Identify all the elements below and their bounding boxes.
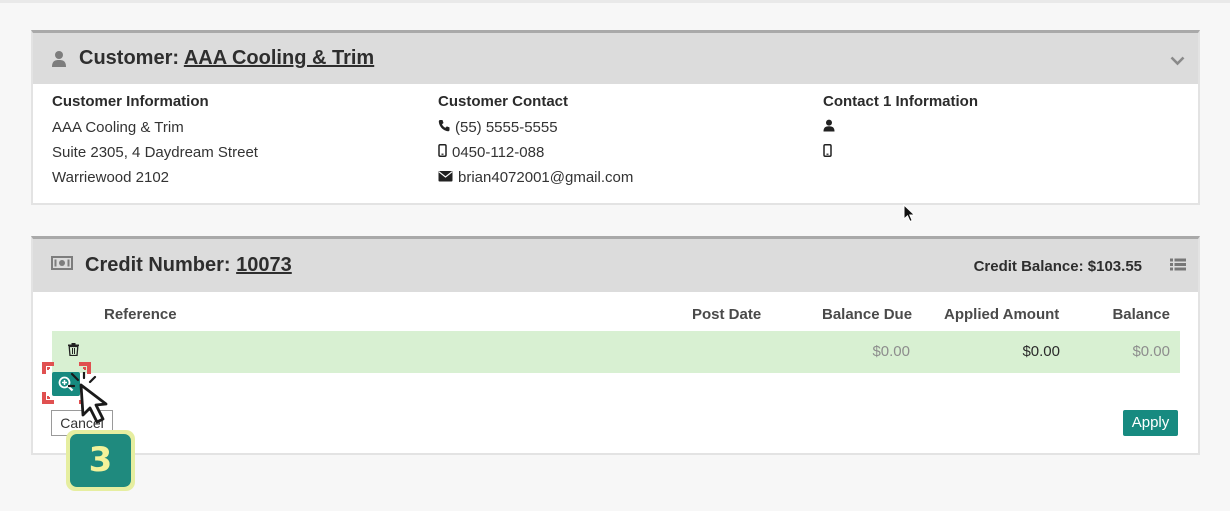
- customer-panel: Customer: AAA Cooling & Trim Customer In…: [31, 30, 1200, 205]
- person-icon: [823, 115, 840, 140]
- customer-contact-column: Customer Contact (55) 5555-5555 0450-112…: [438, 92, 633, 190]
- customer-label: Customer:: [79, 47, 180, 69]
- top-divider: [0, 0, 1230, 3]
- column-balance: Balance: [1112, 306, 1170, 323]
- table-row: $0.00 $0.00 $0.00: [52, 331, 1180, 373]
- apply-button[interactable]: Apply: [1123, 410, 1178, 436]
- mouse-pointer-icon: [903, 203, 917, 229]
- credit-label: Credit Number:: [85, 254, 231, 276]
- list-icon[interactable]: [1170, 258, 1186, 276]
- row-balance: $0.00: [1132, 343, 1170, 360]
- customer-contact-heading: Customer Contact: [438, 93, 569, 110]
- contact1-heading: Contact 1 Information: [823, 93, 979, 110]
- step-number: 3: [70, 434, 131, 487]
- person-icon: [51, 50, 67, 68]
- table-header: Reference Post Date Balance Due Applied …: [52, 306, 1180, 328]
- row-applied-amount[interactable]: $0.00: [1022, 343, 1060, 360]
- customer-panel-header[interactable]: Customer: AAA Cooling & Trim: [33, 33, 1198, 84]
- email-row: brian4072001@gmail.com: [438, 165, 633, 190]
- address-line-3: Warriewood 2102: [52, 169, 170, 186]
- phone-icon: [438, 115, 455, 140]
- column-applied-amount: Applied Amount: [944, 306, 1060, 323]
- column-reference: Reference: [104, 306, 177, 323]
- credit-panel-header: Credit Number: 10073 Credit Balance: $10…: [33, 239, 1198, 292]
- column-post-date: Post Date: [692, 306, 762, 323]
- contact1-mobile-row: [823, 140, 978, 165]
- address-line-1: AAA Cooling & Trim: [52, 119, 184, 136]
- mobile-number[interactable]: 0450-112-088: [452, 140, 544, 165]
- chevron-down-icon[interactable]: [1170, 53, 1185, 71]
- credit-balance: Credit Balance: $103.55: [973, 258, 1142, 275]
- phone-number[interactable]: (55) 5555-5555: [455, 115, 558, 140]
- credit-title: Credit Number: 10073: [85, 254, 292, 277]
- column-balance-due: Balance Due: [822, 306, 913, 323]
- money-icon: [51, 256, 73, 275]
- credit-number-link[interactable]: 10073: [236, 254, 292, 276]
- phone-row: (55) 5555-5555: [438, 115, 633, 140]
- customer-info-heading: Customer Information: [52, 93, 209, 110]
- mobile-icon: [438, 140, 452, 165]
- credit-panel: Credit Number: 10073 Credit Balance: $10…: [31, 236, 1200, 455]
- customer-title: Customer: AAA Cooling & Trim: [79, 47, 374, 70]
- customer-info-column: Customer Information AAA Cooling & Trim …: [52, 92, 258, 190]
- address-line-2: Suite 2305, 4 Daydream Street: [52, 144, 258, 161]
- trash-icon[interactable]: [68, 343, 79, 360]
- mobile-icon: [823, 140, 837, 165]
- email-address[interactable]: brian4072001@gmail.com: [458, 165, 633, 190]
- contact1-column: Contact 1 Information: [823, 92, 978, 165]
- row-balance-due: $0.00: [872, 343, 910, 360]
- envelope-icon: [438, 165, 458, 190]
- contact1-person-row: [823, 115, 978, 140]
- cursor-icon: [66, 370, 120, 431]
- mobile-row: 0450-112-088: [438, 140, 633, 165]
- customer-name-link[interactable]: AAA Cooling & Trim: [184, 47, 374, 69]
- step-badge: 3: [66, 430, 135, 491]
